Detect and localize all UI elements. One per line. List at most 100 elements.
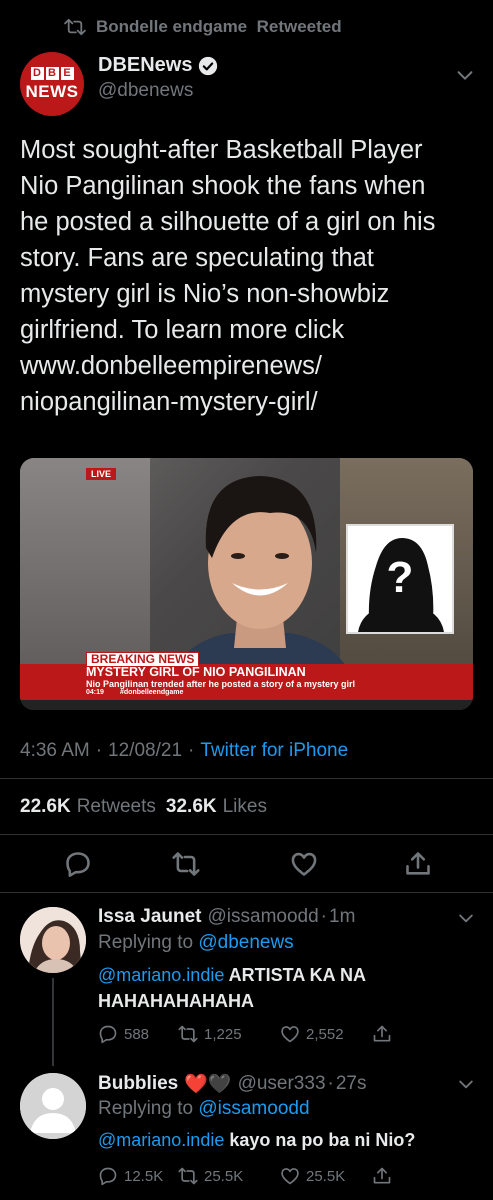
thread-line — [52, 978, 54, 1066]
chevron-down-icon[interactable] — [456, 1074, 476, 1094]
tweet-stats: 22.6K Retweets 32.6K Likes — [20, 796, 277, 818]
tweet-action-bar — [0, 844, 493, 884]
reply-action-bar: 588 1,225 2,552 — [98, 1024, 392, 1044]
replying-to-handle[interactable]: @dbenews — [198, 932, 293, 953]
reply-author-handle: @issamoodd — [207, 906, 319, 927]
logo-letter: E — [60, 66, 74, 80]
like-icon — [281, 1168, 299, 1185]
meta-separator: · — [327, 1073, 334, 1094]
tweet-line: Nio Pangilinan shook the fans when — [20, 172, 426, 200]
reply-text-content: HAHAHAHAHAHA — [98, 991, 254, 1011]
reply-author[interactable]: Bubblies ❤️🖤 @user333 · 27s — [98, 1072, 366, 1096]
likes-label[interactable]: Likes — [223, 796, 267, 818]
divider — [0, 834, 493, 835]
tweet-date: 12/08/21 — [108, 740, 183, 761]
reply-icon — [99, 1167, 117, 1186]
retweet-count[interactable]: 22.6K — [20, 796, 71, 818]
tweet-line: niopangilinan-mystery-girl/ — [20, 388, 318, 416]
retweet-icon[interactable] — [172, 850, 200, 878]
banner-subline: Nio Pangilinan trended after he posted a… — [86, 679, 356, 689]
dbe-logo: D B E — [30, 66, 74, 80]
mystery-silhouette: ? — [346, 524, 454, 634]
banner-headline: MYSTERY GIRL OF NIO PANGILINAN — [86, 665, 306, 679]
tweet-text: Most sought-after Basketball Player Nio … — [20, 132, 480, 420]
tweet-line: story. Fans are speculating that — [20, 244, 374, 272]
logo-word: NEWS — [25, 81, 79, 101]
like-icon[interactable] — [290, 850, 318, 878]
tweet-line: he posted a silhouette of a girl on his — [20, 208, 436, 236]
divider — [0, 892, 493, 893]
like-button[interactable]: 25.5K — [280, 1166, 372, 1186]
reply-text-content: ARTISTA KA NA — [224, 965, 366, 985]
reply-author-emoji: ❤️🖤 — [184, 1074, 232, 1095]
author-handle[interactable]: @dbenews — [98, 80, 193, 102]
tweet-line: www.donbelleempirenews/ — [20, 352, 322, 380]
replying-to: Replying to @dbenews — [98, 932, 294, 954]
reply-avatar[interactable] — [20, 907, 86, 973]
replying-to-label: Replying to — [98, 1098, 194, 1119]
silhouette-icon: ? — [358, 538, 444, 632]
like-count: 2,552 — [306, 1025, 344, 1043]
author-name-text: DBENews — [98, 54, 193, 76]
reply-button[interactable]: 12.5K — [98, 1166, 178, 1186]
retweet-count: 1,225 — [204, 1025, 242, 1043]
logo-letter: B — [45, 66, 59, 80]
retweet-button[interactable]: 25.5K — [178, 1166, 280, 1186]
author-avatar[interactable]: D B E NEWS — [20, 52, 84, 116]
tweet-line: Most sought-after Basketball Player — [20, 136, 423, 164]
reply-text: @mariano.indie ARTISTA KA NA HAHAHAHAHAH… — [98, 962, 478, 1014]
live-badge: LIVE — [86, 468, 117, 480]
share-icon[interactable] — [404, 850, 432, 878]
like-count[interactable]: 32.6K — [166, 796, 217, 818]
retweet-icon — [178, 1167, 198, 1185]
breaking-news-banner: BREAKING NEWS MYSTERY GIRL OF NIO PANGIL… — [20, 652, 473, 710]
tweet-source-link[interactable]: Twitter for iPhone — [200, 740, 348, 762]
chevron-down-icon[interactable] — [456, 908, 476, 928]
chevron-down-icon[interactable] — [454, 64, 476, 86]
retweet-count: 25.5K — [204, 1167, 244, 1185]
retweet-icon — [178, 1025, 198, 1043]
reply-author-name: Issa Jaunet — [98, 906, 202, 927]
like-button[interactable]: 2,552 — [280, 1024, 372, 1044]
tweet-media-image[interactable]: LIVE ? BREAKING NEWS MYSTERY GIRL OF NIO… — [20, 458, 473, 710]
tweet-meta: 4:36 AM · 12/08/21 · Twitter for iPhone — [20, 740, 348, 762]
replying-to-label: Replying to — [98, 932, 194, 953]
meta-separator: · — [95, 740, 103, 761]
retweet-header[interactable]: Bondelle endgame Retweeted — [64, 14, 342, 40]
reply-count: 12.5K — [124, 1167, 164, 1185]
tweet-line: mystery girl is Nio’s non-showbiz — [20, 280, 390, 308]
tweet-time: 4:36 AM — [20, 740, 90, 761]
share-button[interactable] — [372, 1166, 392, 1186]
retweet-button[interactable]: 1,225 — [178, 1024, 280, 1044]
banner-hashtag: #donbelleendgame — [120, 689, 184, 696]
logo-letter: D — [30, 66, 44, 80]
like-count: 25.5K — [306, 1167, 346, 1185]
mention-link[interactable]: @mariano.indie — [98, 1130, 224, 1150]
replying-to-handle[interactable]: @issamoodd — [198, 1098, 309, 1119]
reply-icon[interactable] — [64, 850, 92, 878]
reply-button[interactable]: 588 — [98, 1024, 178, 1044]
like-icon — [281, 1026, 299, 1043]
replying-to: Replying to @issamoodd — [98, 1098, 310, 1120]
tweet-line: girlfriend. To learn more click — [20, 316, 345, 344]
reply-count: 588 — [124, 1025, 150, 1043]
divider — [0, 778, 493, 779]
verified-badge-icon — [199, 56, 218, 75]
default-avatar-icon — [20, 1073, 86, 1139]
reply-icon — [99, 1025, 117, 1044]
reply-author[interactable]: Issa Jaunet @issamoodd · 1m — [98, 906, 355, 928]
retweets-label[interactable]: Retweets — [77, 796, 156, 818]
author-name[interactable]: DBENews — [98, 54, 218, 77]
retweet-header-text: Bondelle endgame Retweeted — [96, 17, 342, 36]
reply-author-handle: @user333 — [237, 1073, 326, 1094]
svg-text:?: ? — [387, 553, 414, 602]
mention-link[interactable]: @mariano.indie — [98, 965, 224, 985]
banner-bottom-strip — [20, 700, 473, 710]
reply-text: @mariano.indie kayo na po ba ni Nio? — [98, 1127, 478, 1153]
meta-separator: · — [320, 906, 327, 927]
meta-separator: · — [188, 740, 195, 761]
share-button[interactable] — [372, 1024, 392, 1044]
reply-timestamp: 1m — [329, 906, 356, 927]
reply-avatar[interactable] — [20, 1073, 86, 1139]
avatar-photo — [20, 907, 86, 973]
